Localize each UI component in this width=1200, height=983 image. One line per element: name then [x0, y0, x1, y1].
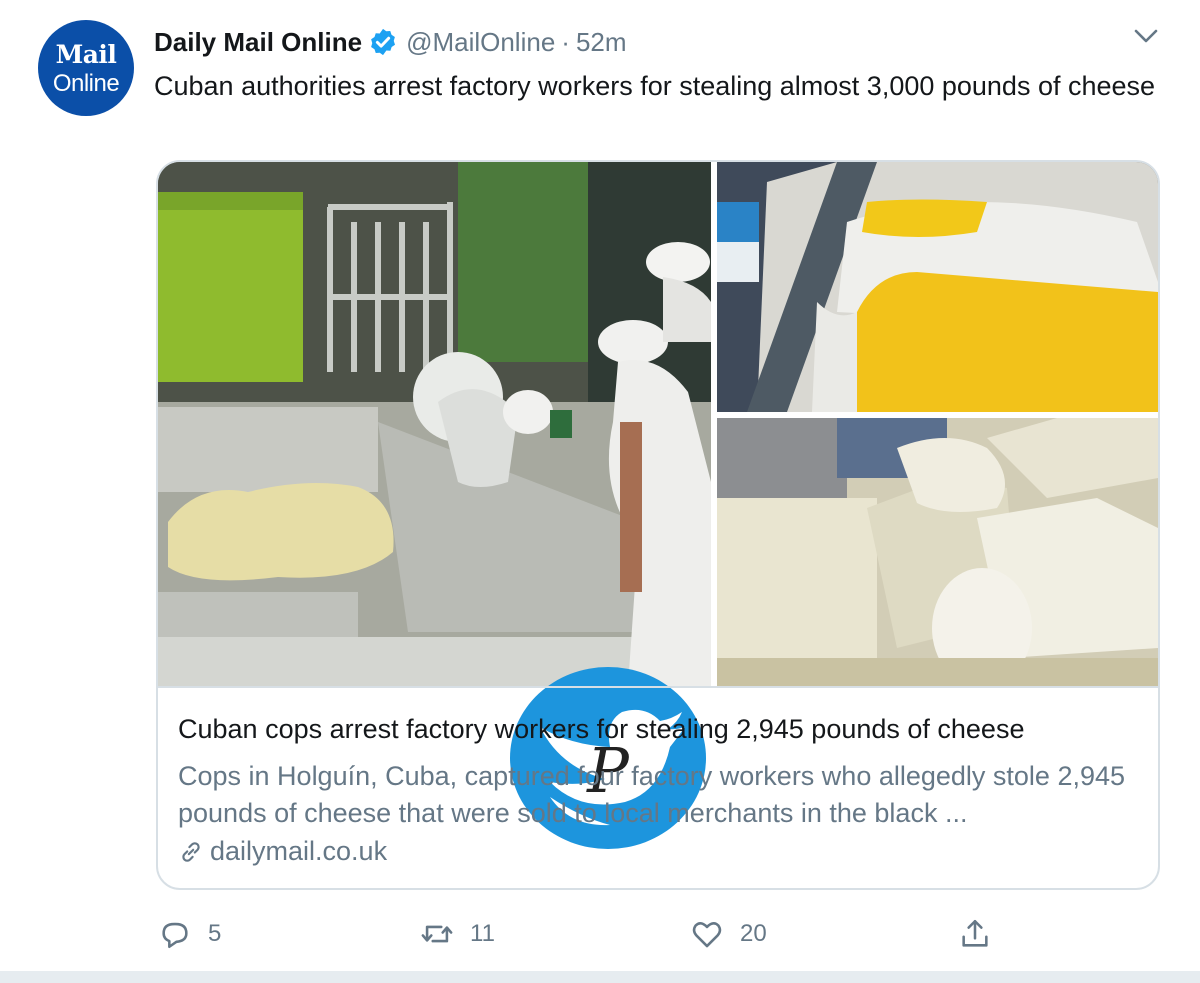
retweet-count: 11 [470, 920, 495, 947]
card-body[interactable]: Cuban cops arrest factory workers for st… [158, 686, 1158, 888]
card-domain[interactable]: dailymail.co.uk [178, 836, 387, 867]
like-count: 20 [740, 920, 767, 947]
tweet-timestamp[interactable]: 52m [576, 27, 627, 58]
card-domain-text: dailymail.co.uk [210, 836, 388, 866]
chevron-down-icon[interactable] [1132, 26, 1160, 46]
avatar[interactable]: Mail Online [38, 20, 134, 116]
reply-count: 5 [208, 920, 222, 947]
like-icon [692, 922, 722, 948]
display-name[interactable]: Daily Mail Online [154, 27, 362, 58]
card-description: Cops in Holguín, Cuba, captured four fac… [178, 761, 1126, 828]
card-media[interactable]: P [158, 162, 1158, 849]
tweet-text: Cuban authorities arrest factory workers… [154, 71, 1156, 101]
cheese-blocks-image[interactable] [717, 418, 1158, 686]
card-title[interactable]: Cuban cops arrest factory workers for st… [178, 714, 1024, 745]
cheese-bags-image[interactable] [717, 162, 1158, 412]
reply-button[interactable]: 5 [158, 912, 221, 956]
retweet-button[interactable]: 11 [420, 912, 495, 956]
avatar-line1: Mail [55, 40, 117, 69]
link-icon [182, 841, 200, 862]
like-button[interactable]: 20 [690, 912, 767, 956]
link-card[interactable]: P Cuban cops arrest factory workers for … [156, 160, 1160, 890]
tweet-actions: 5 11 20 [0, 912, 1200, 956]
share-button[interactable] [958, 912, 1008, 956]
tweet-header: Daily Mail Online @MailOnline · 52m [154, 26, 627, 58]
reply-icon [162, 922, 188, 949]
avatar-line2: Online [52, 70, 120, 97]
user-handle[interactable]: @MailOnline [406, 27, 555, 58]
verified-badge-icon [371, 28, 396, 56]
tweet[interactable]: Mail Online Daily Mail Online @MailOnlin… [0, 0, 1200, 983]
tweet-divider [0, 971, 1200, 983]
separator-dot: · [561, 26, 570, 57]
cheese-factory-workers-image[interactable] [158, 162, 711, 686]
retweet-icon [421, 925, 453, 943]
share-icon [962, 919, 988, 947]
